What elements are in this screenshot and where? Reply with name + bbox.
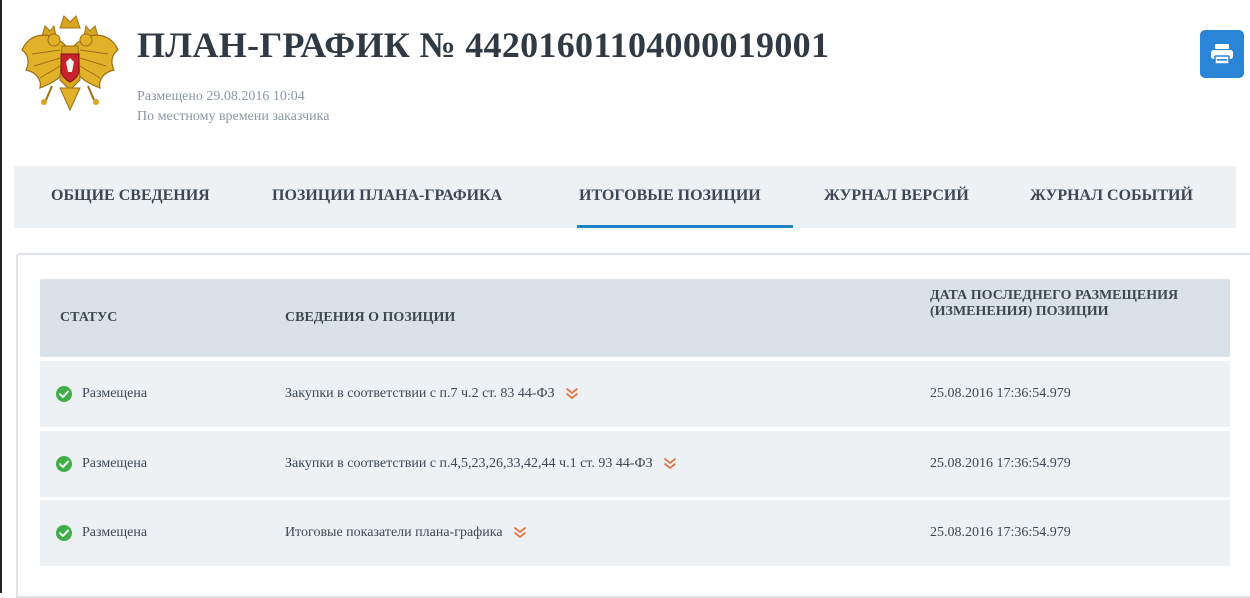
check-circle-icon <box>56 525 72 541</box>
print-button[interactable] <box>1200 30 1244 78</box>
position-info-cell: Закупки в соответствии с п.4,5,23,26,33,… <box>285 431 677 497</box>
status-text: Размещена <box>82 525 148 540</box>
position-info-text: Закупки в соответствии с п.4,5,23,26,33,… <box>285 456 653 471</box>
tab-summary-positions[interactable]: ИТОГОВЫЕ ПОЗИЦИИ <box>577 166 793 228</box>
status-cell: Размещена <box>56 500 147 566</box>
double-chevron-down-icon[interactable] <box>513 526 527 540</box>
status-cell: Размещена <box>56 431 147 497</box>
page-title: ПЛАН-ГРАФИК № 44201601104000019001 <box>137 25 830 65</box>
timezone-note: По местному времени заказчика <box>137 109 330 124</box>
table-row: Размещена Закупки в соответствии с п.4,5… <box>40 431 1230 497</box>
status-cell: Размещена <box>56 361 147 427</box>
table-row: Размещена Закупки в соответствии с п.7 ч… <box>40 361 1230 427</box>
window-left-edge <box>0 0 8 593</box>
column-header-position-info: СВЕДЕНИЯ О ПОЗИЦИИ <box>285 310 456 325</box>
date-cell: 25.08.2016 17:36:54.979 <box>930 386 1071 401</box>
column-header-last-change-date: ДАТА ПОСЛЕДНЕГО РАЗМЕЩЕНИЯ (ИЗМЕНЕНИЯ) П… <box>930 288 1179 319</box>
double-chevron-down-icon[interactable] <box>663 457 677 471</box>
double-chevron-down-icon[interactable] <box>565 387 579 401</box>
table-row: Размещена Итоговые показатели плана-граф… <box>40 500 1230 566</box>
position-info-cell: Итоговые показатели плана-графика <box>285 500 527 566</box>
published-date: Размещено 29.08.2016 10:04 <box>137 89 305 104</box>
tab-general-info[interactable]: ОБЩИЕ СВЕДЕНИЯ <box>51 166 210 228</box>
date-cell: 25.08.2016 17:36:54.979 <box>930 456 1071 471</box>
tab-version-log[interactable]: ЖУРНАЛ ВЕРСИЙ <box>824 166 969 228</box>
status-text: Размещена <box>82 386 148 401</box>
column-header-status: СТАТУС <box>60 310 118 325</box>
position-info-text: Закупки в соответствии с п.7 ч.2 ст. 83 … <box>285 386 555 401</box>
tab-event-log[interactable]: ЖУРНАЛ СОБЫТИЙ <box>1030 166 1193 228</box>
coat-of-arms-icon <box>21 15 119 112</box>
tab-plan-positions[interactable]: ПОЗИЦИИ ПЛАНА-ГРАФИКА <box>272 166 502 228</box>
printer-icon <box>1211 44 1233 65</box>
check-circle-icon <box>56 456 72 472</box>
position-info-cell: Закупки в соответствии с п.7 ч.2 ст. 83 … <box>285 361 579 427</box>
table-header: СТАТУС СВЕДЕНИЯ О ПОЗИЦИИ ДАТА ПОСЛЕДНЕГ… <box>40 279 1230 357</box>
status-text: Размещена <box>82 456 148 471</box>
date-cell: 25.08.2016 17:36:54.979 <box>930 525 1071 540</box>
publication-info: Размещено 29.08.2016 10:04 По местному в… <box>137 87 329 127</box>
position-info-text: Итоговые показатели плана-графика <box>285 525 503 540</box>
check-circle-icon <box>56 386 72 402</box>
tab-bar: ОБЩИЕ СВЕДЕНИЯ ПОЗИЦИИ ПЛАНА-ГРАФИКА ИТО… <box>14 166 1236 228</box>
